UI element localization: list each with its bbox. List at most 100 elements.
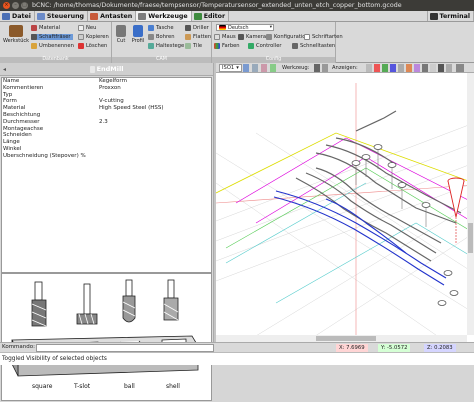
terminal-icon: [429, 12, 438, 20]
label-ball: ball: [124, 383, 135, 390]
tab-terminal[interactable]: Terminal: [426, 11, 474, 21]
table-row[interactable]: Montageachse: [2, 126, 211, 133]
farben-button[interactable]: Farben: [214, 43, 240, 49]
zoom-icon[interactable]: [252, 64, 258, 72]
pan-icon[interactable]: [261, 64, 267, 72]
tasche-button[interactable]: Tasche: [148, 25, 174, 31]
loeschen-button[interactable]: Löschen: [78, 43, 107, 49]
z-readout: Z: 0.2083: [424, 344, 456, 352]
cut-button[interactable]: Cut: [114, 25, 128, 44]
delete-icon: [78, 43, 84, 49]
bohren-button[interactable]: Bohren: [148, 34, 175, 40]
tile-button[interactable]: Tile: [185, 43, 202, 49]
show-rapid-icon[interactable]: [398, 64, 404, 72]
controller-button[interactable]: Controller: [248, 43, 282, 49]
show-axes-icon[interactable]: [374, 64, 380, 72]
title-bar: × – □ bCNC: /home/thomas/Dokumente/fraes…: [0, 0, 474, 11]
flatten-button[interactable]: Flatten: [185, 34, 211, 40]
table-row[interactable]: Material High Speed Steel (HSS): [2, 105, 211, 112]
probe-icon: [90, 12, 99, 20]
collapse-arrow-icon[interactable]: ◂: [3, 66, 6, 73]
colors-icon: [214, 43, 220, 49]
horizontal-scrollbar-thumb[interactable]: [316, 336, 376, 341]
view-select[interactable]: ISO1 ▾: [219, 64, 242, 72]
status-text: Toggled Visibility of selected objects: [2, 356, 107, 362]
show-gantry-icon[interactable]: [456, 64, 464, 72]
tab-antasten[interactable]: Antasten: [88, 11, 137, 21]
label-square: square: [32, 383, 53, 390]
anzeigen-label: Anzeigen:: [332, 65, 358, 71]
draw-options-icon[interactable]: [438, 64, 444, 72]
table-row[interactable]: Schneiden: [2, 132, 211, 139]
canvas-area: ISO1 ▾ Werkzeug: Anzeigen:: [215, 63, 474, 343]
neu-button[interactable]: Neu: [78, 25, 96, 31]
ribbon: Werkstück Material Schaftfräser Umbenenn…: [0, 22, 474, 63]
rotate-icon[interactable]: [270, 64, 276, 72]
haltestege-button[interactable]: Haltestege: [148, 43, 184, 49]
font-icon: [304, 34, 310, 40]
table-row[interactable]: Kommentieren Proxxon: [2, 85, 211, 92]
gcode-canvas[interactable]: [215, 73, 474, 343]
konfiguration-button[interactable]: Konfiguration: [266, 34, 309, 40]
table-row[interactable]: Winkel: [2, 146, 211, 153]
table-row[interactable]: Durchmesser 2.3: [2, 119, 211, 126]
cut-icon: [116, 25, 126, 37]
maus-button[interactable]: Maus: [214, 34, 236, 40]
tab-steuerung[interactable]: Steuerung: [35, 11, 89, 21]
material-button[interactable]: Material: [31, 25, 60, 31]
show-info-icon[interactable]: [430, 64, 436, 72]
kamera-button[interactable]: Kamera: [238, 34, 266, 40]
flag-de-icon: [219, 25, 226, 30]
table-row[interactable]: Form V-cutting: [2, 98, 211, 105]
endmill-types-illustration: square T-slot ball shell: [1, 273, 212, 401]
close-window-button[interactable]: ×: [3, 2, 10, 9]
werkzeug-label: Werkzeug:: [282, 65, 310, 71]
group-config: Deutsch ▾ Maus Kamera Konfiguration Schr…: [212, 22, 343, 63]
show-probe-icon[interactable]: [414, 64, 420, 72]
iso-view-icon[interactable]: [243, 64, 249, 72]
table-row[interactable]: Überschneidung (Stepover) %: [2, 153, 211, 160]
tab-werkzeuge[interactable]: Werkzeuge: [136, 11, 192, 21]
umbenennen-button[interactable]: Umbenennen: [31, 43, 74, 49]
show-workarea-icon[interactable]: [406, 64, 412, 72]
table-row[interactable]: Typ: [2, 92, 211, 99]
vertical-scrollbar[interactable]: [467, 73, 474, 335]
show-limits-icon[interactable]: [446, 64, 452, 72]
show-camera-icon[interactable]: [422, 64, 428, 72]
tab-datei[interactable]: Datei: [0, 11, 35, 21]
tool-select-icon[interactable]: [314, 64, 320, 72]
tile-icon: [185, 43, 191, 49]
kopieren-button[interactable]: Kopieren: [78, 34, 109, 40]
mouse-icon: [214, 34, 220, 40]
command-input[interactable]: [36, 344, 214, 352]
main-tabs: Datei Steuerung Antasten Werkzeuge Edito…: [0, 11, 474, 22]
schriftarten-button[interactable]: Schriftarten: [304, 34, 343, 40]
schnelltasten-button[interactable]: Schnelltasten: [292, 43, 335, 49]
control-icon: [36, 12, 45, 20]
driller-button[interactable]: Driller: [185, 25, 209, 31]
show-paths-icon[interactable]: [390, 64, 396, 72]
group-cam: Cut Profil Tasche Bohren Haltestege Dril…: [112, 22, 212, 63]
show-grid-icon[interactable]: [366, 64, 372, 72]
language-select[interactable]: Deutsch ▾: [216, 24, 274, 31]
profile-icon: [133, 25, 143, 37]
werkstueck-button[interactable]: Werkstück: [1, 25, 31, 44]
schaftfraeser-button[interactable]: Schaftfräser: [31, 34, 73, 40]
table-row[interactable]: Beschichtung: [2, 112, 211, 119]
group-datenbank: Werkstück Material Schaftfräser Umbenenn…: [0, 22, 112, 63]
move-tool-icon[interactable]: [322, 64, 328, 72]
vertical-scrollbar-thumb[interactable]: [468, 223, 473, 253]
table-row[interactable]: Name Kegelform: [2, 78, 211, 85]
profil-button[interactable]: Profil: [130, 25, 146, 44]
y-readout: Y: -5.0572: [378, 344, 411, 352]
minimize-window-button[interactable]: –: [12, 2, 19, 9]
gcode-view-svg: [215, 73, 474, 343]
show-margins-icon[interactable]: [382, 64, 388, 72]
new-icon: [78, 25, 84, 31]
tab-editor[interactable]: Editor: [192, 11, 230, 21]
maximize-window-button[interactable]: □: [21, 2, 28, 9]
table-row[interactable]: Länge: [2, 139, 211, 146]
material-icon: [31, 25, 37, 31]
status-bar: Toggled Visibility of selected objects: [0, 352, 474, 365]
left-panel: ◂ EndMill Name Kegelform Kommentieren Prox…: [0, 63, 213, 401]
